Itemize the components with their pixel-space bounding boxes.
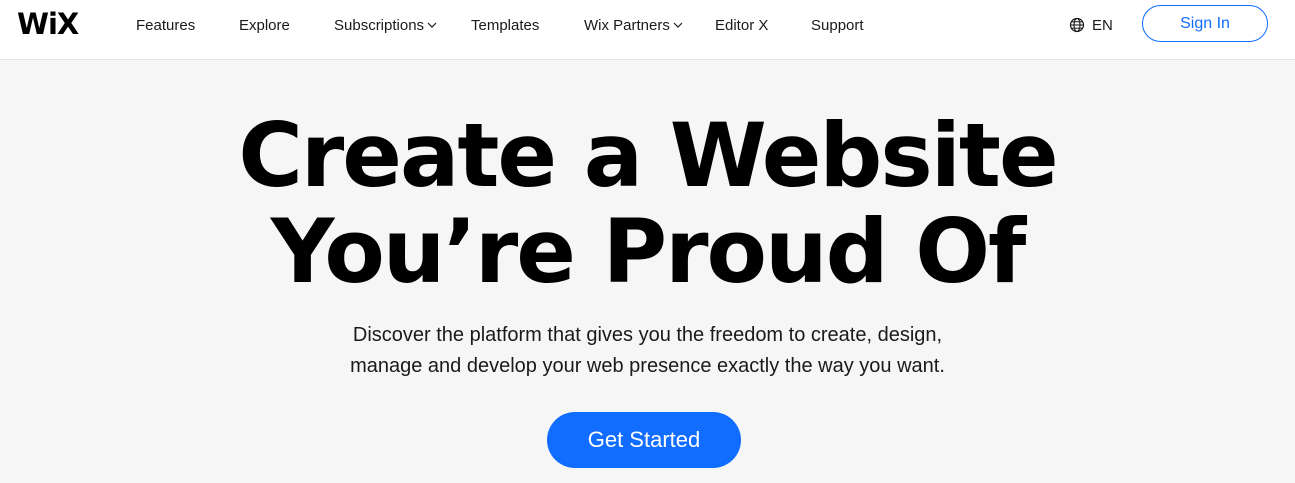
nav-item-label: Features: [136, 16, 196, 34]
hero-title-line-2: You’re Proud Of: [270, 200, 1027, 303]
sign-in-label: Sign In: [1180, 14, 1230, 32]
hero-title-line-1: Create a Website: [238, 104, 1058, 207]
chevron-down-icon: [427, 22, 437, 28]
language-selector[interactable]: EN: [1069, 16, 1113, 34]
nav-item-explore[interactable]: Explore: [239, 16, 290, 34]
nav-item-subscriptions[interactable]: Subscriptions: [334, 16, 437, 34]
nav-item-label: Wix Partners: [584, 16, 670, 34]
nav-item-editor-x[interactable]: Editor X: [715, 16, 768, 34]
nav-item-support[interactable]: Support: [811, 16, 864, 34]
nav-item-label: Support: [811, 16, 864, 34]
hero-title: Create a Website You’re Proud Of: [0, 108, 1295, 300]
hero-subtitle-line-2: manage and develop your web presence exa…: [350, 355, 945, 377]
wix-logo[interactable]: WiX: [17, 7, 79, 41]
top-navigation-bar: WiX Features Explore Subscriptions Templ…: [0, 0, 1295, 60]
get-started-button[interactable]: Get Started: [547, 412, 741, 468]
get-started-label: Get Started: [587, 427, 701, 452]
chevron-down-icon: [673, 22, 683, 28]
sign-in-button[interactable]: Sign In: [1142, 5, 1268, 42]
nav-item-features[interactable]: Features: [136, 16, 195, 34]
language-label: EN: [1092, 16, 1113, 34]
globe-icon: [1069, 17, 1085, 33]
hero-subtitle-line-1: Discover the platform that gives you the…: [352, 324, 943, 346]
nav-item-label: Editor X: [715, 16, 769, 34]
nav-item-label: Subscriptions: [334, 16, 425, 34]
nav-item-wix-partners[interactable]: Wix Partners: [584, 16, 683, 34]
nav-item-label: Templates: [471, 16, 540, 34]
nav-item-label: Explore: [239, 16, 290, 34]
hero-subtitle: Discover the platform that gives you the…: [0, 320, 1295, 382]
nav-item-templates[interactable]: Templates: [471, 16, 539, 34]
